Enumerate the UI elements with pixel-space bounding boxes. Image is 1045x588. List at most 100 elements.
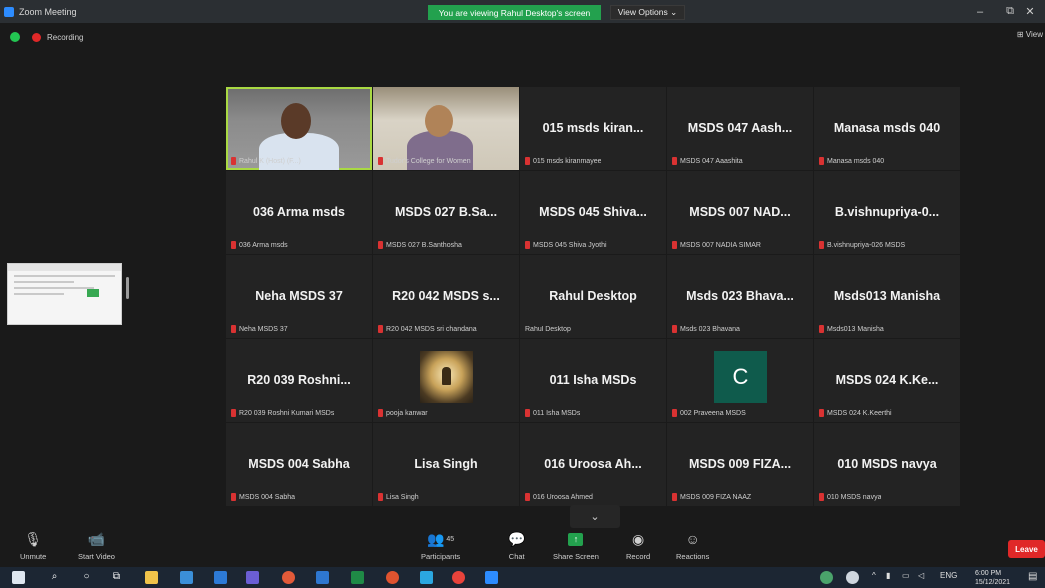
participant-name-text: 010 MSDS navya — [827, 493, 882, 501]
notification-icon[interactable]: ▤ — [1028, 571, 1037, 582]
taskbar-clock[interactable]: 6:00 PM 15/12/2021 — [975, 569, 1010, 587]
participant-tile[interactable]: Rahul Desktop Rahul Desktop — [520, 255, 666, 338]
shared-screen-thumbnail[interactable] — [7, 263, 122, 325]
thumbnail-resize-handle[interactable] — [126, 277, 129, 299]
participants-button[interactable]: 👥 45 Participants — [421, 530, 460, 562]
security-shield-icon[interactable] — [10, 32, 20, 42]
participant-tile[interactable]: Msds013 Manisha Msds013 Manisha — [814, 255, 960, 338]
participant-display-name: 016 Uroosa Ah... — [544, 457, 642, 471]
participant-tile[interactable]: 015 msds kiran... 015 msds kiranmayee — [520, 87, 666, 170]
participant-tile[interactable]: MSDS 004 Sabha MSDS 004 Sabha — [226, 423, 372, 506]
leave-button[interactable]: Leave — [1008, 540, 1045, 558]
participant-display-name: B.vishnupriya-0... — [834, 205, 940, 219]
chat-button[interactable]: 💬 Chat — [508, 530, 526, 562]
teams-icon[interactable] — [246, 571, 259, 584]
participant-name-text: MSDS 045 Shiva Jyothi — [533, 241, 607, 249]
participant-display-name: R20 042 MSDS s... — [392, 289, 500, 303]
participant-tile[interactable]: 016 Uroosa Ah... 016 Uroosa Ahmed — [520, 423, 666, 506]
firefox-icon[interactable] — [386, 571, 399, 584]
task-view-icon[interactable]: ⧉ — [110, 571, 123, 584]
onedrive-icon[interactable] — [846, 571, 859, 584]
minimize-button[interactable]: – — [965, 0, 995, 23]
participant-tile[interactable]: 011 Isha MSDs 011 Isha MSDs — [520, 339, 666, 422]
participant-name-text: 016 Uroosa Ahmed — [533, 493, 593, 501]
participant-name-label: MSDS 024 K.Keerthi — [819, 409, 892, 417]
chat-icon: 💬 — [508, 530, 526, 547]
start-video-button[interactable]: 📹 Start Video — [78, 530, 115, 562]
participant-display-name: Rahul Desktop — [549, 289, 637, 303]
participant-tile[interactable]: MSDS 009 FIZA... MSDS 009 FIZA NAAZ — [667, 423, 813, 506]
word-icon[interactable] — [316, 571, 329, 584]
participant-tile[interactable]: B.vishnupriya-0... B.vishnupriya-026 MSDS — [814, 171, 960, 254]
view-options-button[interactable]: View Options ⌄ — [610, 5, 685, 20]
muted-mic-icon: 🎙 — [24, 530, 43, 547]
participant-display-name: MSDS 004 Sabha — [248, 457, 350, 471]
thumbnail-line — [14, 275, 115, 277]
participant-tile[interactable]: Manasa msds 040 Manasa msds 040 — [814, 87, 960, 170]
participant-tile[interactable]: Lisa Singh Lisa Singh — [373, 423, 519, 506]
participant-tile[interactable]: Msds 023 Bhava... Msds 023 Bhavana — [667, 255, 813, 338]
participant-name-label: 002 Praveena MSDS — [672, 409, 746, 417]
search-icon[interactable]: ⌕ — [48, 571, 61, 584]
participant-video-head — [425, 105, 453, 137]
participant-tile[interactable]: MSDS 007 NAD... MSDS 007 NADIA SIMAR — [667, 171, 813, 254]
muted-mic-icon — [231, 241, 236, 249]
participant-tile[interactable]: MSDS 045 Shiva... MSDS 045 Shiva Jyothi — [520, 171, 666, 254]
muted-mic-icon — [525, 157, 530, 165]
network-icon[interactable]: ▭ — [902, 571, 910, 580]
participant-name-label: Msds013 Manisha — [819, 325, 884, 333]
participant-tile[interactable]: MSDS 027 B.Sa... MSDS 027 B.Santhosha — [373, 171, 519, 254]
participant-tile[interactable]: R20 039 Roshni... R20 039 Roshni Kumari M… — [226, 339, 372, 422]
participant-tile[interactable]: MSDS 024 K.Ke... MSDS 024 K.Keerthi — [814, 339, 960, 422]
participant-name-label: R20 039 Roshni Kumari MSDs — [231, 409, 334, 417]
participant-name-text: Msds013 Manisha — [827, 325, 884, 333]
participant-name-label: pooja kanwar — [378, 409, 428, 417]
language-indicator[interactable]: ENG — [940, 571, 957, 580]
participant-name-label: MSDS 047 Aaashita — [672, 157, 743, 165]
participant-display-name: 011 Isha MSDs — [549, 373, 637, 387]
reactions-label: Reactions — [676, 552, 710, 561]
participant-tile[interactable]: Tudor's College for Women — [373, 87, 519, 170]
record-button[interactable]: ◉ Record — [626, 530, 651, 562]
participant-name-label: MSDS 027 B.Santhosha — [378, 241, 462, 249]
participant-tile[interactable]: Rahul K (Host) (F...) — [226, 87, 372, 170]
view-button[interactable]: ⊞ View — [1017, 30, 1043, 39]
edge-icon[interactable] — [214, 571, 227, 584]
unmute-label: Unmute — [20, 552, 47, 561]
unmute-button[interactable]: 🎙 Unmute — [20, 530, 47, 562]
participant-tile[interactable]: pooja kanwar — [373, 339, 519, 422]
participant-name-text: Neha MSDS 37 — [239, 325, 288, 333]
share-screen-button[interactable]: ↑ Share Screen — [553, 530, 599, 561]
excel-icon[interactable] — [351, 571, 364, 584]
record-label: Record — [626, 552, 651, 561]
participant-name-label: Rahul K (Host) (F...) — [231, 157, 301, 165]
chrome-icon[interactable] — [282, 571, 295, 584]
participant-tile[interactable]: MSDS 047 Aash... MSDS 047 Aaashita — [667, 87, 813, 170]
file-explorer-icon[interactable] — [145, 571, 158, 584]
participant-display-name: R20 039 Roshni... — [247, 373, 351, 387]
participant-tile[interactable]: 010 MSDS navya 010 MSDS navya — [814, 423, 960, 506]
participant-name-label: 011 Isha MSDs — [525, 409, 580, 417]
show-more-chevron-button[interactable]: ⌄ — [570, 505, 620, 528]
drive-icon[interactable] — [420, 571, 433, 584]
thumbnail-green-box — [87, 289, 99, 297]
cortana-icon[interactable]: ○ — [80, 571, 93, 584]
participant-tile[interactable]: 036 Arma msds 036 Arma msds — [226, 171, 372, 254]
zoom-taskbar-icon[interactable] — [485, 571, 498, 584]
windows-start-icon[interactable] — [12, 571, 25, 584]
reactions-button[interactable]: ☺ Reactions — [676, 530, 709, 561]
muted-mic-icon — [378, 493, 383, 501]
clock-time: 6:00 PM — [975, 570, 1002, 577]
participant-tile[interactable]: C 002 Praveena MSDS — [667, 339, 813, 422]
participant-tile[interactable]: Neha MSDS 37 Neha MSDS 37 — [226, 255, 372, 338]
volume-icon[interactable]: ◁ — [918, 571, 924, 580]
close-button[interactable]: ✕ — [1015, 0, 1045, 23]
mail-icon[interactable] — [180, 571, 193, 584]
tray-app-icon[interactable] — [820, 571, 833, 584]
participant-name-label: MSDS 004 Sabha — [231, 493, 295, 501]
tray-chevron-icon[interactable]: ^ — [872, 571, 876, 580]
chrome-icon-2[interactable] — [452, 571, 465, 584]
muted-mic-icon — [819, 241, 824, 249]
participant-display-name: MSDS 045 Shiva... — [539, 205, 647, 219]
participant-tile[interactable]: R20 042 MSDS s... R20 042 MSDS sri chanda… — [373, 255, 519, 338]
